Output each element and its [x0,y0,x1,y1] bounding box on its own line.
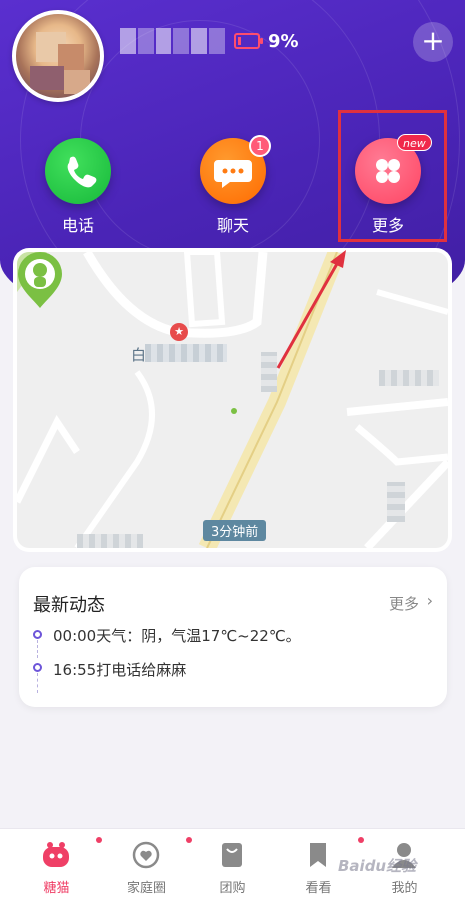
road-name-blurred [261,352,277,392]
tab-family-circle[interactable]: 家庭圈 [100,829,193,906]
location-dot [231,408,237,414]
tab-group-buy[interactable]: 团购 [186,829,279,906]
call-button[interactable] [45,138,111,204]
battery-icon [234,33,263,49]
chat-label: 聊天 [216,216,249,235]
tab-label: 看看 [305,881,332,896]
tab-label: 家庭圈 [126,881,166,896]
location-updated-tag: 3分钟前 [203,520,267,541]
heart-icon [132,841,160,869]
news-item[interactable]: 00:00天气：阴，气温17℃~22℃。 [53,625,301,646]
add-button[interactable]: + [413,22,453,62]
call-label: 电话 [61,216,94,235]
map-roads [17,252,448,548]
poi-label: 白 [131,346,147,364]
map-text-blurred [379,370,439,386]
device-name-blurred [120,28,225,54]
tab-tangmao[interactable]: 糖猫 [10,829,103,906]
news-title: 最新动态 [33,595,105,616]
tangmao-icon [43,842,69,867]
timeline-dot [33,630,42,639]
location-map[interactable]: ★ 白 3分钟前 [17,252,448,548]
timeline-line [37,673,38,693]
poi-star-icon[interactable]: ★ [170,323,188,341]
tab-label: 团购 [219,881,246,896]
poi-name-blurred [145,344,227,362]
child-avatar[interactable] [12,10,104,102]
chat-unread-badge: 1 [249,135,271,157]
location-map-card[interactable]: ★ 白 3分钟前 [13,248,452,552]
news-item[interactable]: 16:55打电话给麻麻 [53,659,186,680]
tab-label: 我的 [391,881,418,896]
shopping-bag-icon [222,843,242,867]
map-text-blurred [387,482,405,522]
phone-icon [67,156,97,188]
annotation-highlight-box [338,110,447,242]
chevron-right-icon[interactable]: › [427,591,433,610]
tab-label: 糖猫 [43,881,70,896]
news-more-link[interactable]: 更多 [389,593,419,614]
timeline-dot [33,663,42,672]
location-pin-icon[interactable] [17,252,63,308]
map-text-blurred [77,534,143,548]
battery-level: 9% [268,31,299,52]
timeline-line [37,640,38,658]
latest-news-card: 最新动态 更多 › 00:00天气：阴，气温17℃~22℃。 16:55打电话给… [19,567,447,707]
bookmark-icon [310,843,326,867]
watermark: Baidu经验 [338,857,417,875]
